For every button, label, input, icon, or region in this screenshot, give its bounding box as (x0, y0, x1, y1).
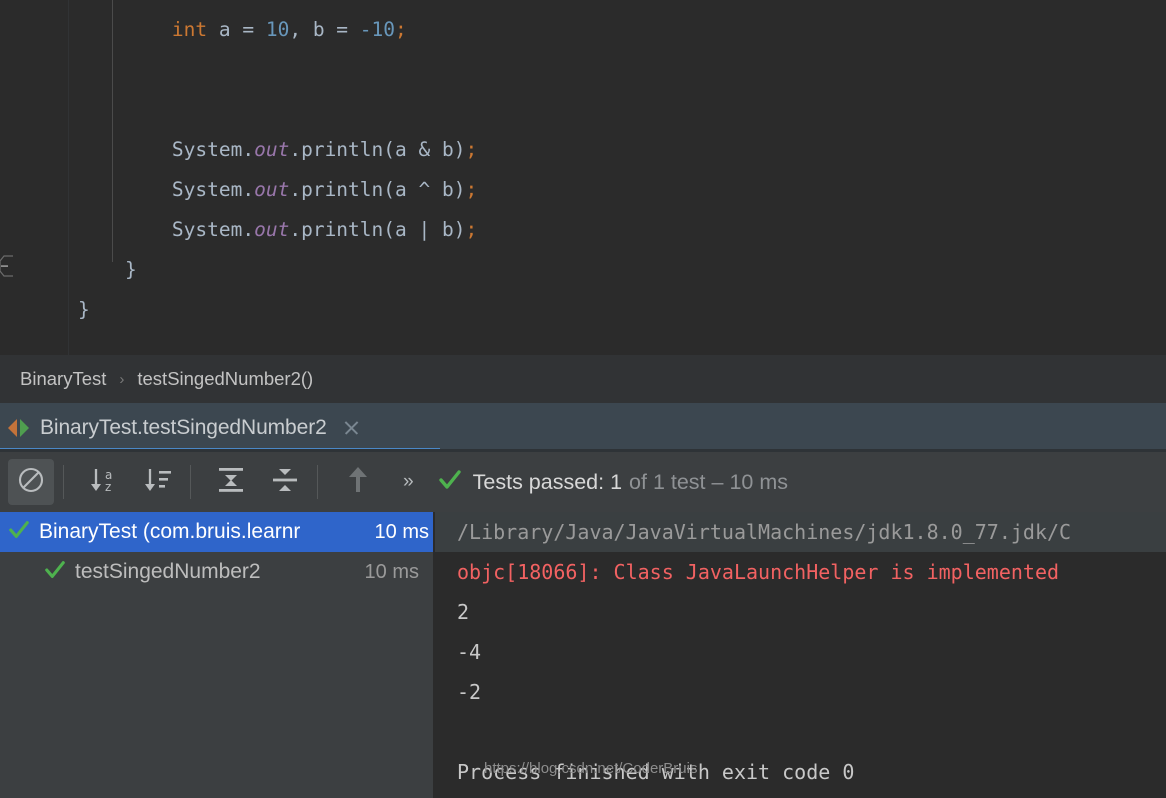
test-duration-label: 10 ms (374, 520, 429, 543)
sort-alpha-icon: a z (88, 465, 120, 500)
toolbar-separator (317, 465, 318, 499)
expand-all-button[interactable] (208, 459, 254, 505)
previous-failed-test-button[interactable] (335, 459, 381, 505)
close-icon[interactable] (339, 415, 365, 441)
code-token: ; (465, 138, 478, 161)
code-token: out (254, 138, 290, 161)
code-token: int (171, 18, 208, 41)
tests-detail-label: of 1 test – 10 ms (629, 469, 788, 494)
code-token: out (254, 178, 290, 201)
collapse-all-icon (269, 465, 301, 500)
expand-all-icon (215, 465, 247, 500)
watermark-text: https://blog.csdn.net/CoderBruis (484, 760, 698, 777)
code-token: a = (207, 18, 266, 41)
run-configuration-icon (6, 417, 32, 439)
console-line: -4 (435, 632, 1166, 672)
breadcrumb-method[interactable]: testSingedNumber2() (137, 368, 313, 390)
test-name-label: BinaryTest (com.bruis.learnr (39, 520, 301, 543)
breadcrumb[interactable]: BinaryTest › testSingedNumber2() (0, 355, 1166, 403)
toolbar-overflow-button[interactable]: ›› (403, 471, 414, 493)
test-runner-toolbar: a z ›› Tests passed: 1 of 1 test – 10 ms (0, 452, 1166, 512)
code-token: System. (171, 218, 255, 241)
code-editor[interactable]: int a = 10, b = -10; System.out.println(… (0, 0, 1166, 355)
test-tree-row-binarytest[interactable]: BinaryTest (com.bruis.learnr 10 ms (0, 512, 433, 552)
breadcrumb-class[interactable]: BinaryTest (20, 368, 106, 390)
sort-alphabetically-button[interactable]: a z (81, 459, 127, 505)
toolbar-separator (63, 465, 64, 499)
tests-passed-label: Tests passed: 1 (472, 469, 623, 494)
green-check-icon (8, 519, 30, 546)
test-results-tree[interactable]: BinaryTest (com.bruis.learnr 10 ms testSin… (0, 512, 433, 798)
code-token: System. (171, 178, 255, 201)
toolbar-separator (190, 465, 191, 499)
code-token: , b = (289, 18, 360, 41)
code-line: System.out.println(a | b); (0, 210, 1166, 250)
code-token: } (78, 298, 90, 321)
code-token: .println(a ^ b) (289, 178, 466, 201)
circle-slash-icon (16, 465, 46, 500)
console-text: -4 (457, 640, 482, 664)
code-token: ; (465, 218, 478, 241)
run-tab[interactable]: BinaryTest.testSingedNumber2 (0, 403, 365, 452)
green-check-icon (438, 468, 462, 497)
code-token: out (254, 218, 290, 241)
run-tab-label: BinaryTest.testSingedNumber2 (40, 415, 327, 439)
code-line: System.out.println(a & b); (0, 130, 1166, 170)
code-line: } (0, 290, 1166, 330)
test-duration-label: 10 ms (364, 560, 419, 583)
console-text: /Library/Java/JavaVirtualMachines/jdk1.8… (457, 520, 1072, 544)
collapse-all-button[interactable] (262, 459, 308, 505)
ide-window: int a = 10, b = -10; System.out.println(… (0, 0, 1166, 798)
console-line: /Library/Java/JavaVirtualMachines/jdk1.8… (435, 512, 1166, 552)
svg-text:z: z (105, 480, 111, 494)
code-token: ; (395, 18, 407, 41)
code-line: } (0, 250, 1166, 290)
console-text: objc[18066]: Class JavaLaunchHelper is i… (457, 560, 1060, 584)
console-text: -2 (457, 680, 482, 704)
code-token: -10 (359, 18, 396, 41)
console-output[interactable]: /Library/Java/JavaVirtualMachines/jdk1.8… (435, 512, 1166, 798)
console-line: -2 (435, 672, 1166, 712)
hide-passed-tests-button[interactable] (8, 459, 54, 505)
code-token: .println(a | b) (289, 218, 466, 241)
console-line: 2 (435, 592, 1166, 632)
code-token: ; (465, 178, 478, 201)
arrow-up-icon (343, 464, 373, 501)
test-status: Tests passed: 1 of 1 test – 10 ms (438, 468, 788, 497)
code-text[interactable]: int a = 10, b = -10; System.out.println(… (0, 0, 1166, 355)
green-check-icon (44, 559, 66, 586)
console-line: objc[18066]: Class JavaLaunchHelper is i… (435, 552, 1166, 592)
test-name-label: testSingedNumber2 (75, 560, 261, 583)
sort-by-duration-button[interactable] (135, 459, 181, 505)
code-line: int a = 10, b = -10; (0, 10, 1166, 50)
code-token: .println(a & b) (289, 138, 466, 161)
code-token: System. (171, 138, 255, 161)
code-line: System.out.println(a ^ b); (0, 170, 1166, 210)
chevron-right-icon: › (119, 370, 125, 388)
run-tool-window-tabbar: BinaryTest.testSingedNumber2 (0, 403, 1166, 452)
test-tree-row-testsingednumber2[interactable]: testSingedNumber2 10 ms (0, 552, 433, 592)
code-token: } (78, 258, 137, 281)
sort-duration-icon (142, 465, 174, 500)
code-token: 10 (265, 18, 290, 41)
console-text: 2 (457, 600, 470, 624)
